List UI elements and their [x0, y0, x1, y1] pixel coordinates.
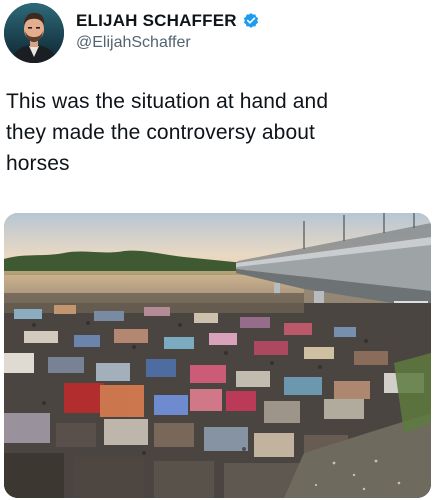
tweet-text-line: This was the situation at hand and [6, 90, 329, 113]
verified-badge-icon [242, 12, 260, 30]
tweet-media[interactable] [4, 213, 431, 498]
avatar-photo-icon [4, 3, 64, 63]
tweet-text-line: horses [6, 152, 70, 175]
tweet-card: ELIJAH SCHAFFER @ElijahSchaffer This was… [0, 0, 437, 500]
author-avatar[interactable] [4, 3, 64, 63]
tweet-header: ELIJAH SCHAFFER @ElijahSchaffer [4, 2, 260, 64]
name-row: ELIJAH SCHAFFER [76, 11, 260, 31]
author-names: ELIJAH SCHAFFER @ElijahSchaffer [76, 11, 260, 52]
author-handle[interactable]: @ElijahSchaffer [76, 34, 260, 52]
tweet-text: This was the situation at hand and they … [6, 86, 426, 179]
author-display-name[interactable]: ELIJAH SCHAFFER [76, 11, 237, 31]
photo-crowd-camp-under-bridge-icon [4, 213, 431, 498]
tweet-text-line: they made the controversy about [6, 121, 315, 144]
